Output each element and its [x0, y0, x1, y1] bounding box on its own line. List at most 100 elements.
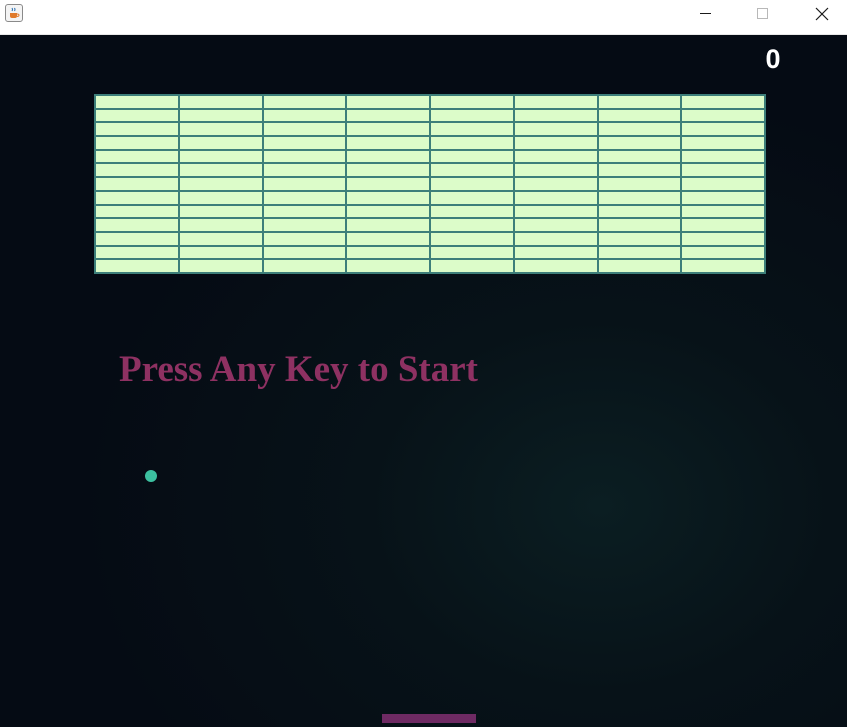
close-icon: [815, 7, 829, 21]
brick: [263, 232, 346, 245]
brick: [682, 123, 764, 136]
brick: [347, 246, 429, 259]
start-message: Press Any Key to Start: [119, 349, 478, 390]
brick: [179, 232, 262, 245]
brick: [179, 178, 262, 190]
brick: [682, 178, 764, 190]
java-cup-icon[interactable]: [5, 4, 23, 22]
brick: [96, 96, 178, 108]
brick: [96, 246, 178, 259]
brick: [598, 96, 681, 108]
brick: [514, 109, 597, 122]
brick: [96, 150, 178, 163]
brick: [514, 191, 597, 204]
brick: [598, 260, 681, 272]
brick: [263, 205, 346, 218]
brick: [431, 123, 513, 136]
brick: [431, 150, 513, 163]
game-window: 0 Press Any Key to Start: [0, 0, 847, 727]
brick: [514, 219, 597, 231]
brick: [431, 260, 513, 272]
maximize-button[interactable]: [734, 0, 792, 30]
brick: [682, 96, 764, 108]
brick: [514, 178, 597, 190]
brick: [682, 137, 764, 149]
brick: [598, 137, 681, 149]
brick: [431, 205, 513, 218]
brick: [96, 191, 178, 204]
brick: [96, 137, 178, 149]
brick: [431, 137, 513, 149]
brick: [96, 260, 178, 272]
minimize-button[interactable]: [676, 0, 734, 30]
brick: [179, 246, 262, 259]
brick: [263, 178, 346, 190]
brick-wall: [94, 94, 766, 274]
brick: [263, 246, 346, 259]
brick: [598, 164, 681, 177]
brick: [431, 109, 513, 122]
paddle[interactable]: [382, 714, 476, 723]
brick: [179, 109, 262, 122]
brick: [179, 191, 262, 204]
brick: [598, 123, 681, 136]
score-display: 0: [765, 44, 781, 74]
brick: [598, 150, 681, 163]
brick: [179, 137, 262, 149]
brick: [263, 96, 346, 108]
brick: [96, 178, 178, 190]
brick: [598, 191, 681, 204]
brick: [347, 205, 429, 218]
brick: [347, 164, 429, 177]
brick: [598, 219, 681, 231]
brick: [682, 260, 764, 272]
brick: [514, 150, 597, 163]
brick: [682, 191, 764, 204]
brick: [263, 137, 346, 149]
brick: [179, 123, 262, 136]
brick: [347, 150, 429, 163]
ball: [145, 470, 157, 482]
brick: [263, 164, 346, 177]
brick: [263, 109, 346, 122]
close-button[interactable]: [792, 0, 847, 30]
brick: [263, 191, 346, 204]
maximize-icon: [757, 8, 768, 19]
brick: [347, 178, 429, 190]
brick: [347, 137, 429, 149]
brick: [682, 232, 764, 245]
brick: [347, 232, 429, 245]
brick: [347, 260, 429, 272]
brick: [682, 109, 764, 122]
brick: [96, 232, 178, 245]
brick: [431, 246, 513, 259]
brick: [514, 246, 597, 259]
brick: [96, 205, 178, 218]
brick: [431, 96, 513, 108]
brick: [514, 232, 597, 245]
brick: [514, 260, 597, 272]
brick: [431, 178, 513, 190]
brick: [179, 164, 262, 177]
brick: [682, 246, 764, 259]
brick: [598, 109, 681, 122]
brick: [96, 109, 178, 122]
brick: [179, 150, 262, 163]
brick: [347, 123, 429, 136]
brick: [598, 205, 681, 218]
brick: [682, 205, 764, 218]
brick: [263, 219, 346, 231]
brick: [431, 232, 513, 245]
brick: [263, 123, 346, 136]
brick: [514, 137, 597, 149]
minimize-icon: [700, 13, 711, 14]
brick: [263, 150, 346, 163]
game-canvas[interactable]: 0 Press Any Key to Start: [0, 36, 847, 727]
brick: [598, 246, 681, 259]
brick: [179, 260, 262, 272]
brick: [347, 109, 429, 122]
brick: [514, 205, 597, 218]
brick: [682, 219, 764, 231]
brick: [431, 191, 513, 204]
brick: [598, 232, 681, 245]
